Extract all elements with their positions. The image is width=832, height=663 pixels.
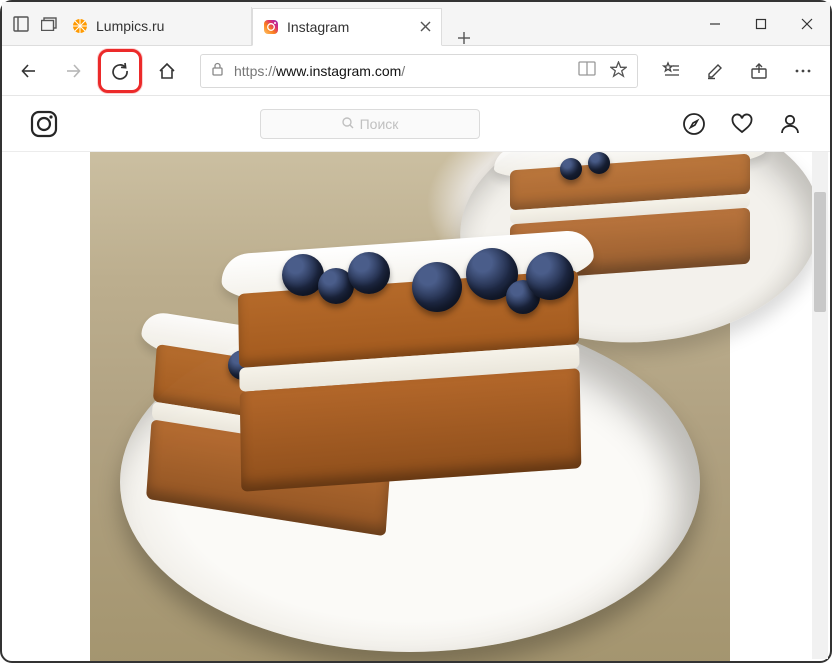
instagram-logo-icon[interactable]	[30, 110, 58, 138]
instagram-search-box[interactable]: Поиск	[260, 109, 480, 139]
url-domain: www.instagram.com	[276, 63, 401, 79]
instagram-topnav: Поиск	[2, 96, 830, 152]
url-path: /	[401, 63, 405, 79]
tab-instagram[interactable]: Instagram	[252, 8, 442, 46]
window-minimize-button[interactable]	[692, 2, 738, 46]
nav-forward-button[interactable]	[54, 52, 92, 90]
page-content	[2, 152, 830, 661]
reading-view-icon[interactable]	[578, 61, 596, 81]
window-controls	[692, 2, 830, 45]
tabs-aside-icon[interactable]	[12, 15, 29, 32]
search-placeholder: Поиск	[360, 116, 399, 132]
toolbar-right-icons	[652, 52, 822, 90]
scrollbar-thumb[interactable]	[814, 192, 826, 312]
window-maximize-button[interactable]	[738, 2, 784, 46]
tab-close-icon[interactable]	[420, 20, 431, 34]
nav-back-button[interactable]	[10, 52, 48, 90]
browser-toolbar: https://www.instagram.com/	[2, 46, 830, 96]
address-bar-actions	[578, 61, 627, 81]
more-menu-icon[interactable]	[784, 52, 822, 90]
nav-home-button[interactable]	[148, 52, 186, 90]
instagram-post-photo[interactable]	[90, 152, 730, 661]
lock-icon	[211, 62, 224, 79]
url-protocol: https://	[234, 63, 276, 79]
notes-icon[interactable]	[696, 52, 734, 90]
search-icon	[342, 116, 354, 132]
instagram-nav-icons	[682, 112, 802, 136]
url-text: https://www.instagram.com/	[234, 63, 405, 79]
favicon-instagram	[263, 19, 279, 35]
vertical-scrollbar[interactable]	[812, 152, 828, 659]
favorites-list-icon[interactable]	[652, 52, 690, 90]
tab-title: Instagram	[287, 19, 349, 35]
tab-lumpics[interactable]: Lumpics.ru	[62, 7, 252, 45]
favorite-star-icon[interactable]	[610, 61, 627, 81]
tab-utility-buttons	[2, 2, 62, 45]
favicon-lumpics	[72, 18, 88, 34]
refresh-button-highlight	[98, 49, 142, 93]
activity-heart-icon[interactable]	[730, 112, 754, 136]
profile-user-icon[interactable]	[778, 112, 802, 136]
tab-preview-icon[interactable]	[41, 15, 58, 32]
new-tab-button[interactable]	[442, 31, 486, 45]
tab-strip: Lumpics.ru Instagram	[62, 2, 692, 45]
share-icon[interactable]	[740, 52, 778, 90]
tab-title: Lumpics.ru	[96, 18, 164, 34]
window-close-button[interactable]	[784, 2, 830, 46]
browser-titlebar: Lumpics.ru Instagram	[2, 2, 830, 46]
nav-refresh-button[interactable]	[110, 61, 130, 81]
explore-compass-icon[interactable]	[682, 112, 706, 136]
address-bar[interactable]: https://www.instagram.com/	[200, 54, 638, 88]
